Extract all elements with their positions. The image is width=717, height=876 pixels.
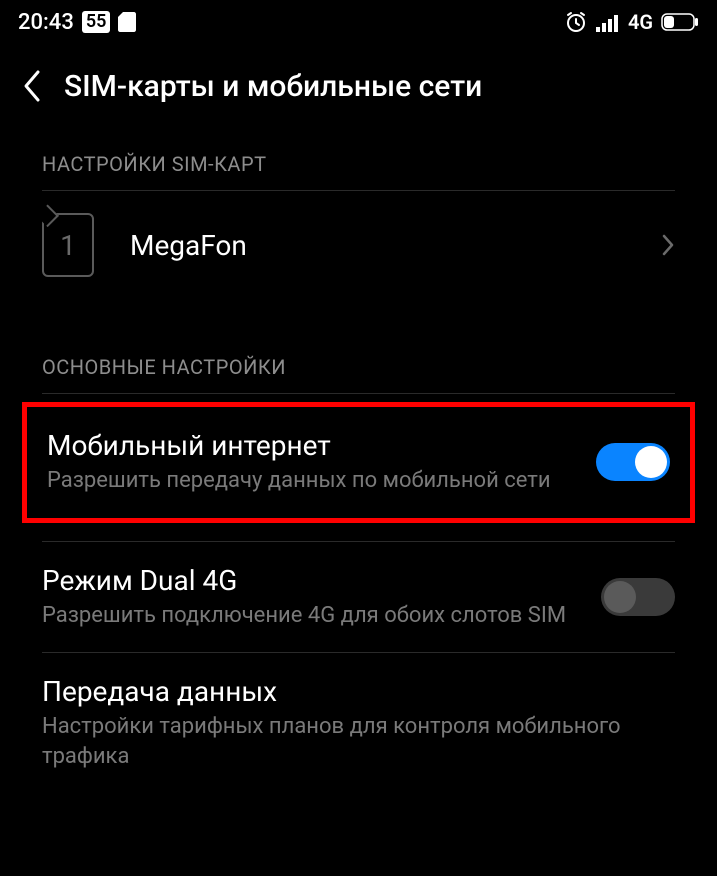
setting-data-usage[interactable]: Передача данных Настройки тарифных плано…: [0, 653, 717, 793]
setting-mobile-data[interactable]: Мобильный интернет Разрешить передачу да…: [22, 402, 695, 523]
setting-title: Режим Dual 4G: [42, 564, 581, 597]
setting-text: Передача данных Настройки тарифных плано…: [42, 675, 675, 771]
setting-dual-4g[interactable]: Режим Dual 4G Разрешить подключение 4G д…: [0, 542, 717, 653]
setting-desc: Разрешить передачу данных по мобильной с…: [47, 466, 576, 496]
status-time: 20:43: [18, 10, 74, 35]
back-icon[interactable]: [20, 68, 42, 104]
setting-desc: Разрешить подключение 4G для обоих слото…: [42, 601, 581, 631]
toggle-knob: [604, 581, 636, 613]
battery-icon: [661, 13, 699, 31]
sim-slot-icon: 1: [42, 213, 94, 277]
status-bar: 20:43 55 4G: [0, 0, 717, 44]
section-label-sim: НАСТРОЙКИ SIM-КАРТ: [0, 124, 717, 190]
setting-text: Режим Dual 4G Разрешить подключение 4G д…: [42, 564, 581, 631]
alarm-icon: [564, 10, 588, 34]
page-header: SIM-карты и мобильные сети: [0, 44, 717, 124]
setting-title: Передача данных: [42, 675, 675, 708]
dual-4g-toggle[interactable]: [601, 578, 675, 616]
setting-text: Мобильный интернет Разрешить передачу да…: [47, 429, 576, 496]
status-left: 20:43 55: [18, 10, 136, 35]
sim-slot-number: 1: [60, 229, 76, 262]
page-title: SIM-карты и мобильные сети: [64, 69, 482, 104]
mobile-data-toggle[interactable]: [596, 443, 670, 481]
network-label: 4G: [628, 10, 653, 34]
signal-icon: [596, 12, 620, 32]
setting-title: Мобильный интернет: [47, 429, 576, 462]
sim-carrier-name: MegaFon: [130, 229, 625, 262]
setting-desc: Настройки тарифных планов для контроля м…: [42, 712, 675, 771]
toggle-knob: [635, 446, 667, 478]
status-right: 4G: [564, 10, 699, 34]
status-badge: 55: [82, 11, 111, 33]
sim-slot-row[interactable]: 1 MegaFon: [0, 191, 717, 299]
divider: [42, 393, 675, 394]
section-label-main: ОСНОВНЫЕ НАСТРОЙКИ: [0, 327, 717, 393]
sd-card-icon: [118, 12, 136, 32]
chevron-right-icon: [661, 233, 675, 257]
